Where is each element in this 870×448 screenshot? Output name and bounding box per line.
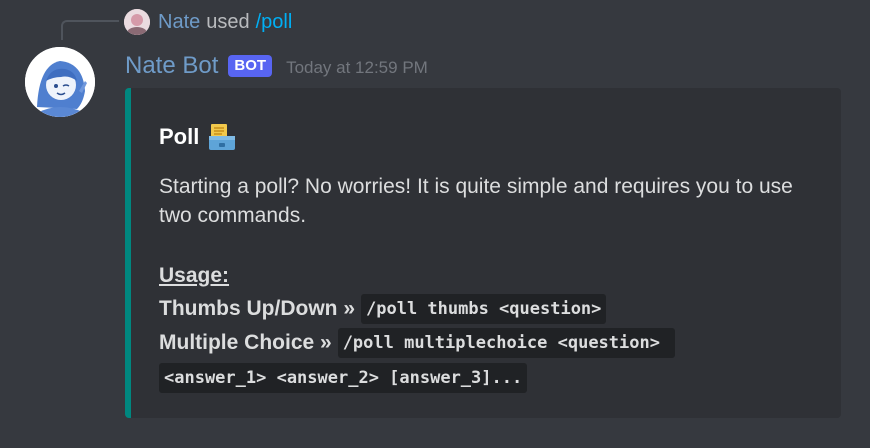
avatar[interactable] [25,47,95,117]
reply-command[interactable]: /poll [256,11,293,34]
bot-username[interactable]: Nate Bot [125,52,218,80]
command-row-multiplechoice: Multiple Choice » /poll multiplechoice <… [159,326,676,360]
reply-connector-line [61,20,119,40]
reply-avatar-image-icon [124,9,150,35]
poll-embed: Poll Starting a poll? No worries! It is … [125,88,841,418]
command-code: /poll multiplechoice <question> [337,328,676,358]
reply-avatar[interactable] [124,9,150,35]
bot-badge: BOT [228,55,273,77]
command-label: Thumbs Up/Down » [159,297,355,320]
reply-used-text: used [206,10,250,33]
embed-description: Starting a poll? No worries! It is quite… [159,175,793,227]
command-code: /poll thumbs <question> [361,294,607,324]
usage-heading: Usage: [159,264,230,287]
command-row-thumbs: Thumbs Up/Down » /poll thumbs <question> [159,292,607,326]
message-timestamp[interactable]: Today at 12:59 PM [286,58,428,78]
embed-title: Poll [159,122,237,152]
command-row-multiplechoice-continued: <answer_1> <answer_2> [answer_3]... [159,361,528,395]
bot-avatar-icon [25,47,95,117]
reply-username[interactable]: Nate [158,11,200,34]
ballot-box-icon [209,124,236,150]
embed-title-text: Poll [159,124,200,149]
command-label: Multiple Choice » [159,331,332,354]
message-header: Nate Bot BOT Today at 12:59 PM [125,51,428,81]
command-code-continued: <answer_1> <answer_2> [answer_3]... [159,363,528,393]
reply-reference[interactable]: Nate used /poll [124,9,292,35]
